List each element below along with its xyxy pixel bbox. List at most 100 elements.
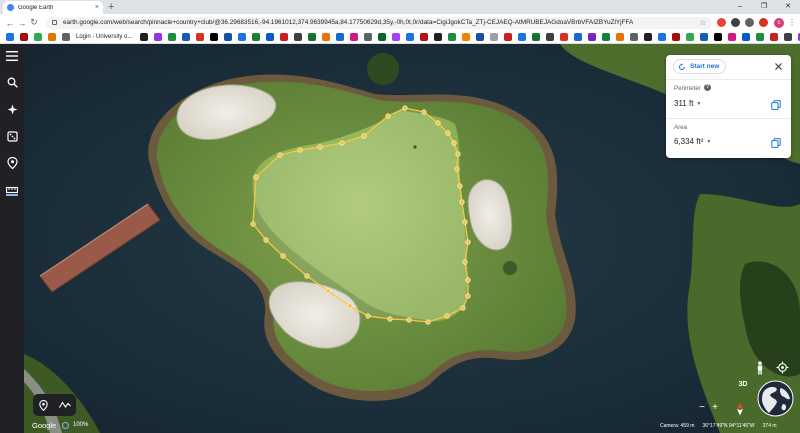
projects-icon[interactable] bbox=[4, 155, 20, 171]
ruler-icon[interactable] bbox=[4, 182, 20, 198]
bookmark-icon[interactable] bbox=[34, 33, 42, 41]
bookmark-icon[interactable] bbox=[6, 33, 14, 41]
measure-vertex[interactable] bbox=[462, 259, 468, 265]
window-close-button[interactable]: ✕ bbox=[776, 0, 800, 14]
browser-menu-icon[interactable]: ⋮ bbox=[788, 18, 796, 27]
voyager-icon[interactable] bbox=[4, 101, 20, 117]
bookmark-icon[interactable] bbox=[266, 33, 275, 41]
bookmark-icon[interactable] bbox=[574, 33, 583, 41]
globe-icon[interactable] bbox=[757, 380, 794, 417]
bookmark-icon[interactable] bbox=[154, 33, 163, 41]
zoom-out-button[interactable]: − bbox=[697, 402, 707, 414]
measure-vertex[interactable] bbox=[457, 183, 463, 189]
omnibox[interactable]: earth.google.com/web/search/pinnacle+cou… bbox=[46, 16, 712, 29]
bookmark-icon[interactable] bbox=[140, 33, 149, 41]
measure-vertex[interactable] bbox=[406, 317, 412, 323]
bookmark-icon[interactable] bbox=[602, 33, 611, 41]
bookmark-icon[interactable] bbox=[168, 33, 177, 41]
measure-vertex[interactable] bbox=[421, 109, 427, 115]
measure-vertex[interactable] bbox=[454, 166, 460, 172]
bookmark-icon[interactable] bbox=[406, 33, 415, 41]
measure-vertex[interactable] bbox=[361, 133, 367, 139]
bookmark-icon[interactable] bbox=[322, 33, 331, 41]
add-placemark-icon[interactable] bbox=[38, 399, 48, 411]
measure-vertex[interactable] bbox=[263, 237, 269, 243]
measure-vertex[interactable] bbox=[385, 113, 391, 119]
measure-vertex[interactable] bbox=[465, 293, 471, 299]
start-new-button[interactable]: Start new bbox=[673, 59, 727, 74]
bookmark-icon[interactable] bbox=[784, 33, 793, 41]
bookmark-icon[interactable] bbox=[462, 33, 471, 41]
measure-vertex[interactable] bbox=[451, 140, 457, 146]
bookmark-icon[interactable] bbox=[490, 33, 499, 41]
bookmark-icon[interactable] bbox=[182, 33, 191, 41]
reload-icon[interactable]: ↻ bbox=[28, 17, 40, 28]
measure-vertex[interactable] bbox=[277, 152, 283, 158]
bookmark-icon[interactable] bbox=[448, 33, 457, 41]
measure-vertex[interactable] bbox=[462, 219, 468, 225]
measure-vertex[interactable] bbox=[445, 130, 451, 136]
tab-close-icon[interactable]: × bbox=[95, 4, 99, 11]
bookmark-icon[interactable] bbox=[196, 33, 205, 41]
bookmark-icon[interactable] bbox=[518, 33, 527, 41]
measure-vertex[interactable] bbox=[459, 199, 465, 205]
bookmark-icon[interactable] bbox=[658, 33, 667, 41]
restore-button[interactable]: ❐ bbox=[752, 0, 776, 14]
bookmark-icon[interactable] bbox=[392, 33, 401, 41]
copy-perimeter-icon[interactable] bbox=[771, 100, 781, 110]
measure-vertex[interactable] bbox=[304, 273, 310, 279]
bookmark-icon[interactable] bbox=[20, 33, 28, 41]
menu-icon[interactable] bbox=[4, 48, 20, 64]
bookmark-icon[interactable] bbox=[742, 33, 751, 41]
bookmark-icon[interactable] bbox=[616, 33, 625, 41]
help-icon[interactable]: ? bbox=[704, 84, 711, 91]
toggle-3d-button[interactable]: 3D bbox=[735, 379, 751, 391]
bookmark-icon[interactable] bbox=[546, 33, 555, 41]
bookmark-icon[interactable] bbox=[336, 33, 345, 41]
bookmark-icon[interactable] bbox=[644, 33, 653, 41]
compass-icon[interactable] bbox=[735, 402, 745, 416]
extension-icon-1[interactable] bbox=[717, 18, 726, 27]
profile-avatar[interactable]: c bbox=[774, 17, 784, 28]
bookmark-icon[interactable] bbox=[294, 33, 303, 41]
bookmark-icon[interactable] bbox=[48, 33, 56, 41]
bookmark-icon[interactable] bbox=[588, 33, 597, 41]
bookmark-icon[interactable] bbox=[420, 33, 429, 41]
bookmark-icon[interactable] bbox=[476, 33, 485, 41]
measure-vertex[interactable] bbox=[435, 120, 441, 126]
bookmark-icon[interactable] bbox=[532, 33, 541, 41]
draw-path-icon[interactable] bbox=[58, 401, 71, 409]
forward-arrow-icon[interactable]: → bbox=[16, 18, 28, 28]
measure-vertex[interactable] bbox=[402, 105, 408, 111]
bookmark-icon[interactable] bbox=[770, 33, 779, 41]
measure-vertex[interactable] bbox=[339, 140, 345, 146]
measure-vertex[interactable] bbox=[317, 144, 323, 150]
measure-vertex[interactable] bbox=[250, 221, 256, 227]
bookmark-icon[interactable] bbox=[728, 33, 737, 41]
bookmark-icon[interactable] bbox=[224, 33, 233, 41]
measure-vertex[interactable] bbox=[465, 239, 471, 245]
bookmark-icon[interactable] bbox=[686, 33, 695, 41]
back-arrow-icon[interactable]: ← bbox=[4, 18, 16, 28]
bookmark-login-label[interactable]: Login - University o... bbox=[76, 34, 132, 40]
bookmark-icon[interactable] bbox=[364, 33, 373, 41]
measure-vertex[interactable] bbox=[387, 316, 393, 322]
bookmark-icon[interactable] bbox=[560, 33, 569, 41]
browser-tab[interactable]: Google Earth × bbox=[3, 1, 103, 14]
measure-vertex[interactable] bbox=[297, 147, 303, 153]
bookmark-icon[interactable] bbox=[700, 33, 709, 41]
bookmark-icon[interactable] bbox=[350, 33, 359, 41]
measure-vertex[interactable] bbox=[425, 319, 431, 325]
bookmark-icon[interactable] bbox=[630, 33, 639, 41]
feeling-lucky-icon[interactable] bbox=[4, 128, 20, 144]
bookmark-icon[interactable] bbox=[210, 33, 219, 41]
bookmark-icon[interactable] bbox=[308, 33, 317, 41]
measure-vertex[interactable] bbox=[253, 174, 259, 180]
bookmark-star-icon[interactable]: ☆ bbox=[700, 19, 706, 27]
measure-vertex[interactable] bbox=[365, 313, 371, 319]
measure-vertex[interactable] bbox=[347, 303, 353, 309]
measure-vertex[interactable] bbox=[460, 305, 466, 311]
zoom-in-button[interactable]: + bbox=[710, 402, 720, 414]
bookmark-icon[interactable] bbox=[504, 33, 513, 41]
bookmark-icon[interactable] bbox=[280, 33, 289, 41]
